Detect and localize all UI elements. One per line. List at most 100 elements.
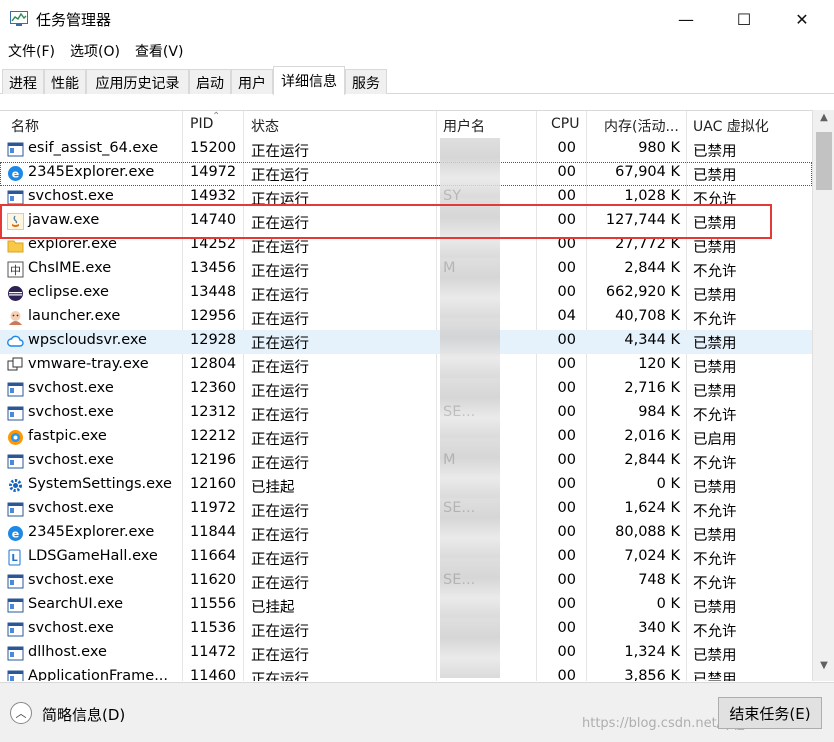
table-row[interactable]: svchost.exe 12360 正在运行 00 2,716 K 已禁用	[0, 378, 812, 402]
process-pid: 13456	[190, 260, 237, 276]
process-uac: 已启用	[693, 432, 737, 448]
table-row[interactable]: launcher.exe 12956 正在运行 04 40,708 K 不允许	[0, 306, 812, 330]
close-button[interactable]: ✕	[772, 0, 832, 38]
column-username[interactable]: 用户名	[443, 111, 485, 138]
table-row[interactable]: SearchUI.exe 11556 已挂起 00 0 K 已禁用	[0, 594, 812, 618]
scroll-thumb[interactable]	[816, 132, 832, 190]
process-status: 正在运行	[251, 144, 309, 160]
process-name: svchost.exe	[28, 572, 114, 588]
window-icon	[7, 141, 24, 158]
table-row[interactable]: ApplicationFrame... 11460 正在运行 00 3,856 K 已禁用	[0, 666, 812, 681]
process-uac: 不允许	[693, 312, 737, 328]
tab-app-history[interactable]: 应用历史记录	[86, 69, 189, 94]
process-memory: 2,716 K	[624, 380, 680, 396]
process-uac: 不允许	[693, 408, 737, 424]
process-pid: 12160	[190, 476, 237, 492]
process-cpu: 04	[557, 308, 576, 324]
table-row[interactable]: svchost.exe11620正在运行SE...00748 K不允许	[0, 570, 812, 594]
tab-services[interactable]: 服务	[345, 69, 387, 94]
process-status: 正在运行	[251, 288, 309, 304]
process-cpu: 00	[557, 260, 576, 276]
process-status: 已挂起	[251, 600, 295, 616]
process-name: vmware-tray.exe	[28, 356, 149, 372]
column-status[interactable]: 状态	[251, 111, 279, 138]
process-uac: 已禁用	[693, 240, 737, 256]
process-status: 正在运行	[251, 456, 309, 472]
svg-text:中: 中	[10, 264, 21, 277]
table-row[interactable]: dllhost.exe 11472 正在运行 00 1,324 K 已禁用	[0, 642, 812, 666]
svg-text:e: e	[12, 528, 19, 541]
process-cpu: 00	[557, 452, 576, 468]
process-pid: 11536	[190, 620, 237, 636]
menu-file[interactable]: 文件(F)	[0, 38, 62, 64]
menu-view[interactable]: 查看(V)	[127, 38, 191, 64]
table-row[interactable]: eclipse.exe 13448 正在运行 00 662,920 K 已禁用	[0, 282, 812, 306]
process-status: 正在运行	[251, 504, 309, 520]
process-pid: 12212	[190, 428, 237, 444]
table-row[interactable]: fastpic.exe 12212 正在运行 00 2,016 K 已启用	[0, 426, 812, 450]
process-pid: 11556	[190, 596, 237, 612]
column-pid[interactable]: PID	[190, 111, 213, 138]
process-uac: 不允许	[693, 552, 737, 568]
table-row[interactable]: svchost.exe11972正在运行SE...001,624 K不允许	[0, 498, 812, 522]
process-uac: 已禁用	[693, 672, 737, 681]
tab-performance[interactable]: 性能	[44, 69, 86, 94]
column-memory[interactable]: 内存(活动...	[604, 111, 679, 138]
tab-details[interactable]: 详细信息	[273, 66, 345, 95]
vertical-scrollbar[interactable]: ▲ ▼	[812, 110, 834, 681]
table-row[interactable]: L LDSGameHall.exe 11664 正在运行 00 7,024 K 不允许	[0, 546, 812, 570]
table-row[interactable]: e 2345Explorer.exe 14972 正在运行 00 67,904 K 已禁用	[0, 162, 812, 186]
cloud-icon	[7, 333, 24, 350]
column-name[interactable]: 名称	[11, 111, 39, 138]
minimize-button[interactable]: —	[656, 0, 716, 38]
svg-text:e: e	[12, 168, 19, 181]
tab-users[interactable]: 用户	[231, 69, 273, 94]
ime-icon: 中	[7, 261, 24, 278]
process-status: 正在运行	[251, 672, 309, 681]
table-row[interactable]: svchost.exe12196正在运行M002,844 K不允许	[0, 450, 812, 474]
column-cpu[interactable]: CPU	[551, 111, 579, 138]
table-row[interactable]: wpscloudsvr.exe 12928 正在运行 00 4,344 K 已禁用	[0, 330, 812, 354]
process-memory: 120 K	[638, 356, 680, 372]
maximize-button[interactable]: ☐	[714, 0, 774, 38]
process-table: 名称 PID ⌃ 状态 用户名 CPU 内存(活动... UAC 虚拟化 esi…	[0, 110, 834, 681]
table-header: 名称 PID ⌃ 状态 用户名 CPU 内存(活动... UAC 虚拟化	[0, 111, 812, 138]
tab-processes[interactable]: 进程	[2, 69, 44, 94]
scroll-up-icon[interactable]: ▲	[813, 112, 834, 130]
table-row[interactable]: SystemSettings.exe 12160 已挂起 00 0 K 已禁用	[0, 474, 812, 498]
chevron-up-icon[interactable]: ︿	[10, 702, 32, 724]
process-pid: 11844	[190, 524, 237, 540]
column-uac[interactable]: UAC 虚拟化	[693, 111, 769, 138]
menu-options[interactable]: 选项(O)	[62, 38, 127, 64]
scroll-down-icon[interactable]: ▼	[813, 660, 834, 678]
process-name: wpscloudsvr.exe	[28, 332, 147, 348]
process-memory: 2,016 K	[624, 428, 680, 444]
process-uac: 已禁用	[693, 384, 737, 400]
process-name: launcher.exe	[28, 308, 121, 324]
table-row[interactable]: e 2345Explorer.exe 11844 正在运行 00 80,088 K 已禁用	[0, 522, 812, 546]
tab-startup[interactable]: 启动	[189, 69, 231, 94]
process-name: svchost.exe	[28, 188, 114, 204]
table-row[interactable]: svchost.exe12312正在运行SE...00984 K不允许	[0, 402, 812, 426]
end-task-button[interactable]: 结束任务(E)	[718, 697, 822, 729]
process-cpu: 00	[557, 620, 576, 636]
table-row[interactable]: svchost.exe 11536 正在运行 00 340 K 不允许	[0, 618, 812, 642]
process-status: 正在运行	[251, 576, 309, 592]
table-row[interactable]: 中ChsIME.exe13456正在运行M002,844 K不允许	[0, 258, 812, 282]
process-pid: 12804	[190, 356, 237, 372]
process-status: 正在运行	[251, 168, 309, 184]
process-cpu: 00	[557, 428, 576, 444]
process-cpu: 00	[557, 548, 576, 564]
table-row[interactable]: vmware-tray.exe 12804 正在运行 00 120 K 已禁用	[0, 354, 812, 378]
task-manager-icon	[10, 11, 28, 26]
table-row[interactable]: esif_assist_64.exe 15200 正在运行 00 980 K 已禁用	[0, 138, 812, 162]
process-name: esif_assist_64.exe	[28, 140, 159, 156]
window-icon	[7, 501, 24, 518]
process-pid: 12360	[190, 380, 237, 396]
sort-arrow-icon: ⌃	[212, 111, 221, 122]
process-status: 已挂起	[251, 480, 295, 496]
process-uac: 已禁用	[693, 528, 737, 544]
fewer-details-link[interactable]: 简略信息(D)	[42, 704, 125, 725]
process-status: 正在运行	[251, 240, 309, 256]
launcher-icon	[7, 309, 24, 326]
